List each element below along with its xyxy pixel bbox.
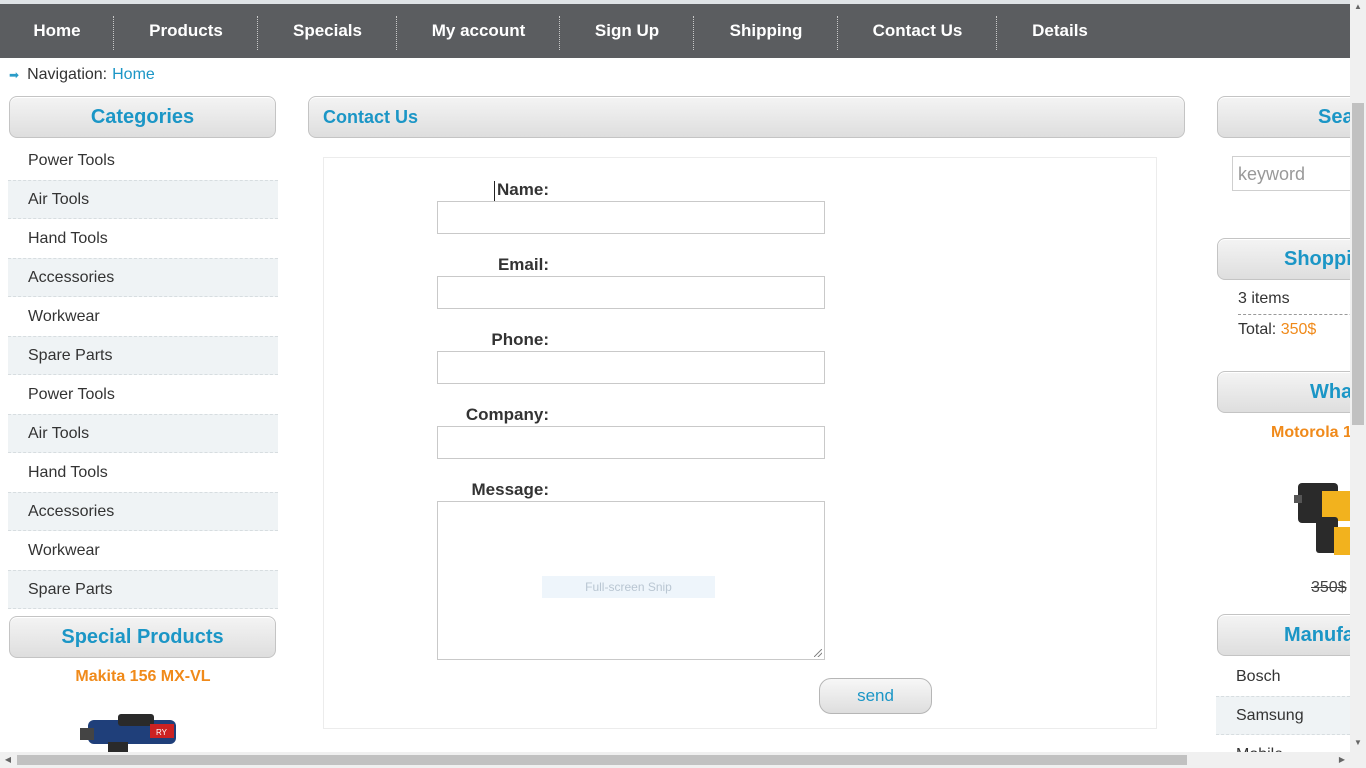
nav-home[interactable]: Home xyxy=(0,4,114,58)
category-item[interactable]: Accessories xyxy=(8,492,278,531)
whats-new-header: What' xyxy=(1217,371,1350,413)
category-item[interactable]: Spare Parts xyxy=(8,570,278,609)
company-field[interactable] xyxy=(437,426,825,459)
special-product-name[interactable]: Makita 156 MX-VL xyxy=(8,668,278,686)
nav-details[interactable]: Details xyxy=(997,4,1123,58)
contact-header: Contact Us xyxy=(308,96,1185,138)
category-item[interactable]: Hand Tools xyxy=(8,219,278,258)
categories-list: Power Tools Air Tools Hand Tools Accesso… xyxy=(8,141,278,609)
nav-shipping[interactable]: Shipping xyxy=(694,4,838,58)
scroll-right-icon[interactable]: ▶ xyxy=(1334,755,1350,764)
categories-header: Categories xyxy=(9,96,276,138)
drill-product-image[interactable]: RY xyxy=(78,706,190,752)
cart-total: Total: 350$ xyxy=(1238,321,1316,339)
special-products-header: Special Products xyxy=(9,616,276,658)
category-item[interactable]: Power Tools xyxy=(8,141,278,180)
nav-contact-us[interactable]: Contact Us xyxy=(838,4,997,58)
whats-new-price: 350$ xyxy=(1311,579,1347,596)
scroll-up-icon[interactable]: ▲ xyxy=(1350,2,1366,11)
send-button[interactable]: send xyxy=(819,678,932,714)
horizontal-scroll-thumb[interactable] xyxy=(17,755,1187,765)
name-label: Name: xyxy=(497,180,549,199)
nav-specials[interactable]: Specials xyxy=(258,4,397,58)
category-item[interactable]: Workwear xyxy=(8,297,278,336)
snip-overlay: Full-screen Snip xyxy=(542,576,715,598)
phone-label: Phone: xyxy=(491,330,549,349)
breadcrumb-home-link[interactable]: Home xyxy=(112,66,155,84)
vertical-scroll-thumb[interactable] xyxy=(1352,103,1364,425)
category-item[interactable]: Air Tools xyxy=(8,414,278,453)
message-label: Message: xyxy=(471,480,549,499)
manufacturers-header: Manufa xyxy=(1217,614,1350,656)
right-sidebar: Sea keyword Shoppi 3 items Total: 350$ W… xyxy=(1216,0,1350,768)
category-item[interactable]: Workwear xyxy=(8,531,278,570)
search-header: Sea xyxy=(1217,96,1350,138)
nav-my-account[interactable]: My account xyxy=(397,4,560,58)
category-item[interactable]: Hand Tools xyxy=(8,453,278,492)
email-label: Email: xyxy=(497,255,549,274)
text-cursor xyxy=(494,181,495,201)
scroll-left-icon[interactable]: ◀ xyxy=(0,755,16,764)
search-input[interactable]: keyword xyxy=(1232,156,1350,191)
drill-product-image[interactable] xyxy=(1294,465,1350,560)
shopping-cart-header: Shoppi xyxy=(1217,238,1350,280)
resize-handle-icon[interactable] xyxy=(814,649,822,657)
category-item[interactable]: Spare Parts xyxy=(8,336,278,375)
nav-sign-up[interactable]: Sign Up xyxy=(560,4,694,58)
name-field[interactable] xyxy=(437,201,825,234)
breadcrumb: ➡ Navigation: Home xyxy=(9,66,155,84)
vertical-scrollbar[interactable]: ▲ ▼ xyxy=(1350,0,1366,752)
nav-products[interactable]: Products xyxy=(114,4,258,58)
arrow-right-icon: ➡ xyxy=(9,68,20,82)
cart-total-value: 350$ xyxy=(1280,321,1317,338)
svg-text:RY: RY xyxy=(156,728,168,737)
horizontal-scrollbar[interactable]: ◀ ▶ xyxy=(0,752,1350,768)
category-item[interactable]: Accessories xyxy=(8,258,278,297)
cart-total-label: Total: xyxy=(1238,321,1277,338)
company-label: Company: xyxy=(465,405,549,424)
category-item[interactable]: Power Tools xyxy=(8,375,278,414)
email-field[interactable] xyxy=(437,276,825,309)
whats-new-product-name[interactable]: Motorola 1 xyxy=(1271,424,1350,442)
scrollbar-corner xyxy=(1350,752,1366,768)
breadcrumb-label: Navigation: xyxy=(27,66,108,83)
category-item[interactable]: Air Tools xyxy=(8,180,278,219)
manufacturer-item[interactable]: Samsung xyxy=(1216,696,1350,735)
main-navbar: Home Products Specials My account Sign U… xyxy=(0,4,1350,58)
scroll-down-icon[interactable]: ▼ xyxy=(1350,738,1366,747)
cart-items-count: 3 items xyxy=(1238,290,1350,315)
phone-field[interactable] xyxy=(437,351,825,384)
manufacturer-item[interactable]: Bosch xyxy=(1216,657,1350,696)
